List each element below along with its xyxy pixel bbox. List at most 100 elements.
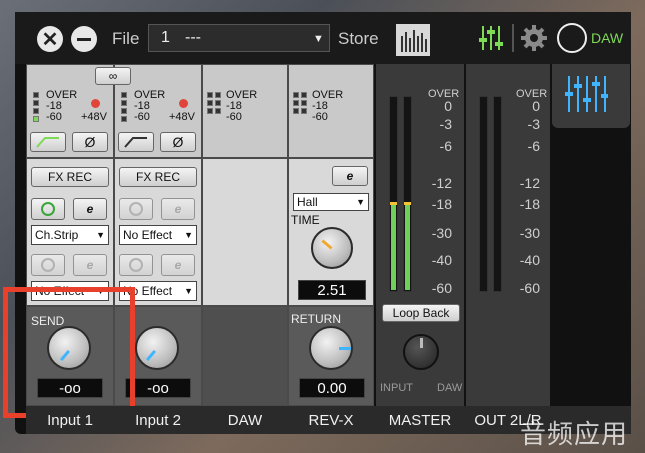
ch1-phase-button[interactable]: Ø <box>72 132 108 152</box>
high-pass-filter-icon <box>124 137 147 148</box>
revx-time-label: TIME <box>291 213 320 227</box>
ch2-level-meter <box>121 92 127 122</box>
ch1-name: Input 1 <box>47 412 93 429</box>
master-scale-30: -30 <box>431 225 452 241</box>
return-label: RETURN <box>291 312 341 326</box>
master-scale-0: 0 <box>444 98 452 114</box>
ch1-phantom-label: +48V <box>81 111 107 123</box>
master-scale-40: -40 <box>431 252 452 268</box>
ch2-phase-button[interactable]: Ø <box>160 132 196 152</box>
out-scale-18: -18 <box>519 196 540 212</box>
daw-effect-panel <box>203 159 287 305</box>
ch2-effect-dropdown[interactable]: No Effect ▼ <box>119 225 197 245</box>
master-scale-60: -60 <box>431 280 452 296</box>
revx-time-value: 2.51 <box>298 280 366 300</box>
preset-name: --- <box>185 29 201 46</box>
out-scale-3: -3 <box>527 116 540 132</box>
ch1-minus60-label: -60 <box>46 111 62 123</box>
chevron-down-icon: ▼ <box>356 197 365 207</box>
edit-icon: e <box>174 202 182 216</box>
power-icon <box>41 202 55 216</box>
preset-select[interactable]: 1 --- ▼ <box>148 24 330 52</box>
daw-level-meter <box>207 92 221 114</box>
ch2-phantom-led <box>179 99 188 108</box>
ch2-send-knob[interactable] <box>135 326 179 370</box>
daw-knob-label: DAW <box>437 382 463 394</box>
master-scale-3: -3 <box>439 116 452 132</box>
daw-label: DAW <box>591 30 624 46</box>
edit-icon: e <box>86 202 94 216</box>
link-button[interactable]: ∞ <box>95 67 131 85</box>
revx-time-knob[interactable] <box>311 227 353 269</box>
loop-back-button[interactable]: Loop Back <box>382 304 460 322</box>
master-meter-left <box>389 96 398 292</box>
revx-return-knob[interactable] <box>309 326 353 370</box>
meter-view-button[interactable] <box>396 24 430 56</box>
daw-minus60-label: -60 <box>226 111 242 123</box>
master-meter-right <box>403 96 412 292</box>
phase-icon: Ø <box>172 134 184 150</box>
monitor-mix-knob[interactable] <box>403 334 439 370</box>
power-icon <box>129 202 143 216</box>
ch1-level-meter <box>33 92 39 122</box>
out-meter-right <box>493 96 502 292</box>
close-button[interactable]: ✕ <box>37 26 63 52</box>
mixer-icon[interactable] <box>478 24 508 57</box>
ch2-effect2-edit-button[interactable]: e <box>161 254 195 276</box>
ch2-fx-rec-button[interactable]: FX REC <box>119 167 197 187</box>
input-knob-label: INPUT <box>380 382 413 394</box>
meter-bars-icon <box>401 30 427 52</box>
edit-icon: e <box>346 169 354 183</box>
ch2-effect-edit-button[interactable]: e <box>161 198 195 220</box>
ch1-effect2-power-button[interactable] <box>31 254 65 276</box>
ch1-phantom-led <box>91 99 100 108</box>
power-icon <box>41 258 55 272</box>
out-scale-6: -6 <box>527 138 540 154</box>
ch1-effect-edit-button[interactable]: e <box>73 198 107 220</box>
ch2-effect2-power-button[interactable] <box>119 254 153 276</box>
edit-icon: e <box>86 258 94 272</box>
ch2-name: Input 2 <box>135 412 181 429</box>
ch2-phantom-label: +48V <box>169 111 195 123</box>
phase-icon: Ø <box>84 134 96 150</box>
chevron-down-icon: ▼ <box>184 230 193 240</box>
master-scale-6: -6 <box>439 138 452 154</box>
ch1-effect-dropdown[interactable]: Ch.Strip ▼ <box>31 225 109 245</box>
ch2-effect-power-button[interactable] <box>119 198 153 220</box>
daw-toggle[interactable] <box>557 23 587 53</box>
master-scale-12: -12 <box>431 175 452 191</box>
revx-edit-button[interactable]: e <box>332 166 368 186</box>
store-button[interactable]: Store <box>338 29 379 49</box>
minus-icon <box>77 37 91 41</box>
out-scale-0: 0 <box>532 98 540 114</box>
toolbar-divider <box>512 24 514 52</box>
gear-icon[interactable] <box>520 24 548 57</box>
high-pass-filter-icon <box>36 137 59 148</box>
revx-type-dropdown[interactable]: Hall ▼ <box>293 193 369 211</box>
edit-icon: e <box>174 258 182 272</box>
revx-name: REV-X <box>308 412 354 429</box>
chevron-down-icon: ▼ <box>96 230 105 240</box>
chevron-down-icon: ▼ <box>184 286 193 296</box>
out-scale-12: -12 <box>519 175 540 191</box>
ch1-effect-value: Ch.Strip <box>35 228 79 242</box>
highlight-box <box>3 287 135 418</box>
revx-minus60-label: -60 <box>312 111 328 123</box>
ch2-hpf-button[interactable] <box>118 132 154 152</box>
ch1-effect-power-button[interactable] <box>31 198 65 220</box>
daw-send-panel <box>203 307 287 405</box>
chevron-down-icon: ▼ <box>313 33 324 45</box>
mixer-faders-icon <box>565 76 608 112</box>
minimize-button[interactable] <box>71 26 97 52</box>
revx-type-value: Hall <box>297 195 318 209</box>
side-tab[interactable] <box>552 64 630 128</box>
out-scale-40: -40 <box>519 252 540 268</box>
ch1-fx-rec-button[interactable]: FX REC <box>31 167 109 187</box>
revx-return-value: 0.00 <box>299 378 365 398</box>
link-icon: ∞ <box>108 69 118 83</box>
ch1-hpf-button[interactable] <box>30 132 66 152</box>
master-scale-18: -18 <box>431 196 452 212</box>
out-meter-left <box>479 96 488 292</box>
out-scale-30: -30 <box>519 225 540 241</box>
ch1-effect2-edit-button[interactable]: e <box>73 254 107 276</box>
